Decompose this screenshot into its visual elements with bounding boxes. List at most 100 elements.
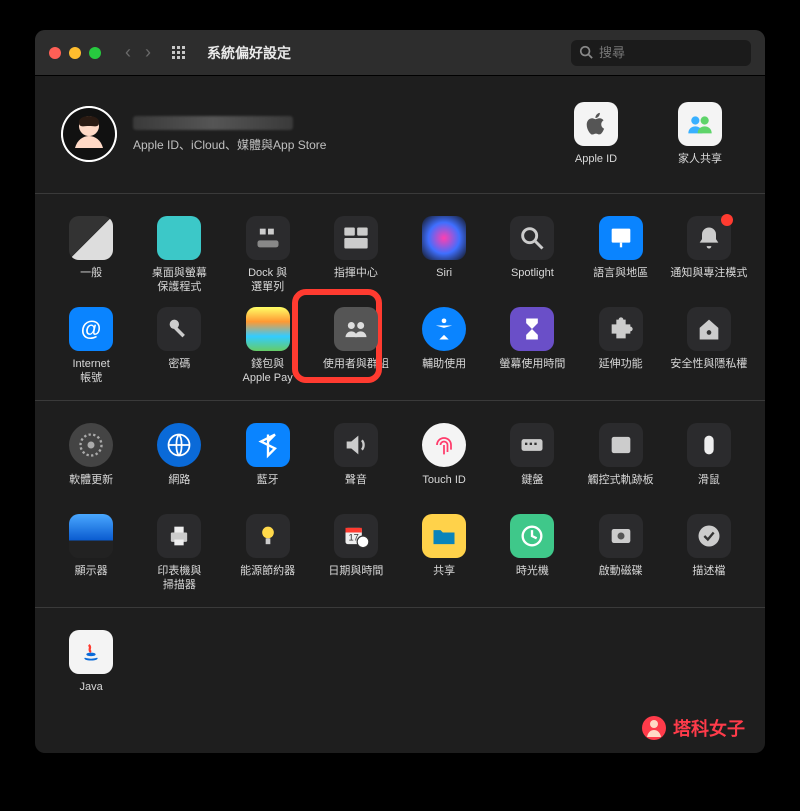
- pref-label: 安全性與隱私權: [670, 358, 747, 386]
- pref-keyboard[interactable]: 鍵盤: [490, 419, 574, 506]
- pref-language[interactable]: 語言與地區: [579, 212, 663, 299]
- pref-label: Spotlight: [511, 267, 554, 295]
- pref-label: 日期與時間: [328, 565, 383, 593]
- pref-bluetooth[interactable]: 藍牙: [226, 419, 310, 506]
- pref-dock[interactable]: Dock 與選單列: [226, 212, 310, 299]
- puzzle-icon: [599, 307, 643, 351]
- java-icon: [69, 630, 113, 674]
- pref-desktop[interactable]: 桌面與螢幕保護程式: [137, 212, 221, 299]
- pref-label: Java: [80, 681, 103, 709]
- close-button[interactable]: [49, 47, 61, 59]
- pref-label: 通知與專注模式: [670, 267, 747, 295]
- apple-id-item[interactable]: Apple ID: [557, 98, 635, 171]
- pref-network[interactable]: 網路: [137, 419, 221, 506]
- pref-label: 觸控式軌跡板: [588, 474, 654, 502]
- fingerprint-icon: [422, 423, 466, 467]
- minimize-button[interactable]: [69, 47, 81, 59]
- pref-label: 能源節約器: [240, 565, 295, 593]
- bluetooth-icon: [246, 423, 290, 467]
- printer-icon: [157, 514, 201, 558]
- pref-energy[interactable]: 能源節約器: [226, 510, 310, 597]
- apple-logo-icon: [574, 102, 618, 146]
- svg-text:@: @: [81, 318, 101, 341]
- folder-icon: [422, 514, 466, 558]
- pref-notifications[interactable]: 通知與專注模式: [667, 212, 751, 299]
- pref-label: 使用者與群組: [323, 358, 389, 386]
- watermark-icon: [641, 715, 667, 741]
- pref-profiles[interactable]: 描述檔: [667, 510, 751, 597]
- pref-label: 時光機: [516, 565, 549, 593]
- pref-label: 印表機與掃描器: [157, 565, 201, 593]
- pref-label: 延伸功能: [599, 358, 643, 386]
- mouse-icon: [687, 423, 731, 467]
- show-all-icon[interactable]: [171, 45, 187, 61]
- pref-label: 螢幕使用時間: [499, 358, 565, 386]
- time-machine-icon: [510, 514, 554, 558]
- pref-label: 共享: [433, 565, 455, 593]
- siri-icon: [422, 216, 466, 260]
- pref-label: Touch ID: [422, 474, 465, 502]
- pref-label: Dock 與選單列: [248, 267, 287, 295]
- pref-screen-time[interactable]: 螢幕使用時間: [490, 303, 574, 390]
- pref-time-machine[interactable]: 時光機: [490, 510, 574, 597]
- pref-java[interactable]: Java: [49, 626, 133, 713]
- profile-subtitle: Apple ID、iCloud、媒體與App Store: [133, 136, 326, 153]
- pref-label: 顯示器: [75, 565, 108, 593]
- users-icon: [334, 307, 378, 351]
- pref-label: 軟體更新: [69, 474, 113, 502]
- trackpad-icon: [599, 423, 643, 467]
- pref-label: 錢包與Apple Pay: [243, 358, 293, 386]
- search-input[interactable]: [571, 40, 751, 66]
- pref-security[interactable]: 安全性與隱私權: [667, 303, 751, 390]
- pref-software-update[interactable]: 軟體更新: [49, 419, 133, 506]
- pref-general[interactable]: 一般: [49, 212, 133, 299]
- pref-label: 描述檔: [692, 565, 725, 593]
- pref-sharing[interactable]: 共享: [402, 510, 486, 597]
- pref-extensions[interactable]: 延伸功能: [579, 303, 663, 390]
- mission-control-icon: [334, 216, 378, 260]
- pref-label: 桌面與螢幕保護程式: [152, 267, 207, 295]
- pref-spotlight[interactable]: Spotlight: [490, 212, 574, 299]
- wallet-icon: [246, 307, 290, 351]
- pref-printers[interactable]: 印表機與掃描器: [137, 510, 221, 597]
- pref-label: 輔助使用: [422, 358, 466, 386]
- pref-trackpad[interactable]: 觸控式軌跡板: [579, 419, 663, 506]
- maximize-button[interactable]: [89, 47, 101, 59]
- family-icon: [678, 102, 722, 146]
- pref-label: Siri: [436, 267, 452, 295]
- window-controls: [49, 47, 101, 59]
- pref-internet-accounts[interactable]: @ Internet帳號: [49, 303, 133, 390]
- calendar-clock-icon: 17: [334, 514, 378, 558]
- pref-startup-disk[interactable]: 啟動磁碟: [579, 510, 663, 597]
- bulb-icon: [246, 514, 290, 558]
- window-title: 系統偏好設定: [207, 43, 291, 63]
- pref-accessibility[interactable]: 輔助使用: [402, 303, 486, 390]
- pref-wallet[interactable]: 錢包與Apple Pay: [226, 303, 310, 390]
- user-avatar[interactable]: [61, 106, 117, 162]
- gear-icon: [69, 423, 113, 467]
- family-sharing-item[interactable]: 家人共享: [661, 98, 739, 171]
- pref-displays[interactable]: 顯示器: [49, 510, 133, 597]
- pref-passwords[interactable]: 密碼: [137, 303, 221, 390]
- pref-label: 聲音: [345, 474, 367, 502]
- watermark: 塔科女子: [641, 715, 745, 741]
- watermark-text: 塔科女子: [673, 715, 745, 741]
- pref-sound[interactable]: 聲音: [314, 419, 398, 506]
- pref-siri[interactable]: Siri: [402, 212, 486, 299]
- bell-icon: [687, 216, 731, 260]
- pref-users-groups[interactable]: 使用者與群組: [314, 303, 398, 390]
- forward-button[interactable]: ›: [145, 42, 151, 63]
- back-button[interactable]: ‹: [125, 42, 131, 63]
- pref-mission-control[interactable]: 指揮中心: [314, 212, 398, 299]
- checkmark-badge-icon: [687, 514, 731, 558]
- spotlight-icon: [510, 216, 554, 260]
- pref-date-time[interactable]: 17 日期與時間: [314, 510, 398, 597]
- at-icon: @: [69, 307, 113, 351]
- accessibility-icon: [422, 307, 466, 351]
- pref-label: 密碼: [168, 358, 190, 386]
- pref-mouse[interactable]: 滑鼠: [667, 419, 751, 506]
- pref-label: 語言與地區: [593, 267, 648, 295]
- key-icon: [157, 307, 201, 351]
- pref-label: 網路: [168, 474, 190, 502]
- pref-touch-id[interactable]: Touch ID: [402, 419, 486, 506]
